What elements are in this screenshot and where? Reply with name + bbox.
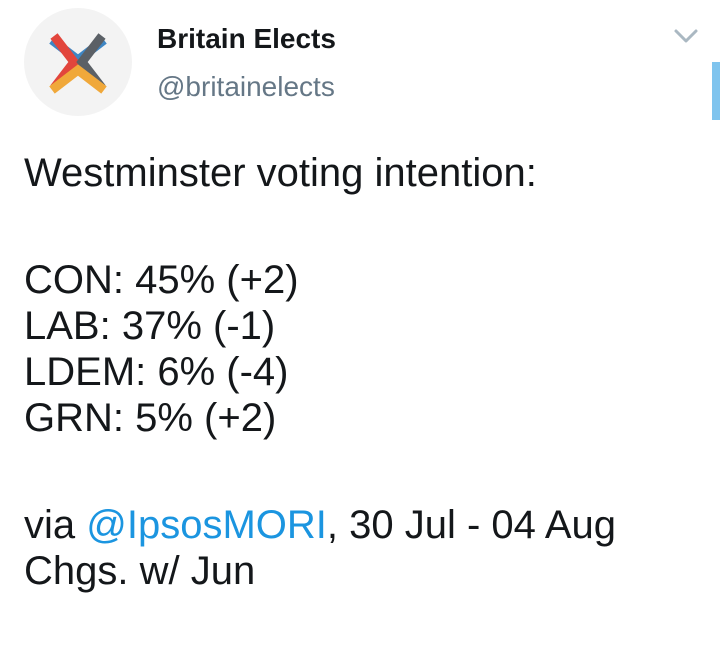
source-line: via @IpsosMORI, 30 Jul - 04 Aug: [24, 502, 714, 548]
britain-elects-logo-icon: [49, 33, 107, 94]
author-handle[interactable]: @britainelects: [157, 70, 335, 104]
author-display-name[interactable]: Britain Elects: [157, 22, 336, 56]
ipsos-mori-mention-link[interactable]: @IpsosMORI: [86, 503, 327, 547]
tweet-heading: Westminster voting intention:: [24, 151, 537, 195]
result-line-lab: LAB: 37% (-1): [24, 304, 276, 348]
scroll-indicator: [712, 62, 720, 120]
result-line-con: CON: 45% (+2): [24, 258, 299, 302]
tweet-text: Westminster voting intention: CON: 45% (…: [24, 150, 714, 594]
result-line-grn: GRN: 5% (+2): [24, 396, 277, 440]
profile-avatar[interactable]: [24, 8, 132, 116]
source-prefix: via: [24, 503, 87, 547]
source-dates: , 30 Jul - 04 Aug: [326, 503, 616, 547]
tweet-card: Britain Elects @britainelects Westminste…: [0, 0, 720, 651]
chevron-down-icon[interactable]: [672, 24, 700, 48]
changes-note: Chgs. w/ Jun: [24, 549, 256, 593]
result-line-ldem: LDEM: 6% (-4): [24, 350, 289, 394]
